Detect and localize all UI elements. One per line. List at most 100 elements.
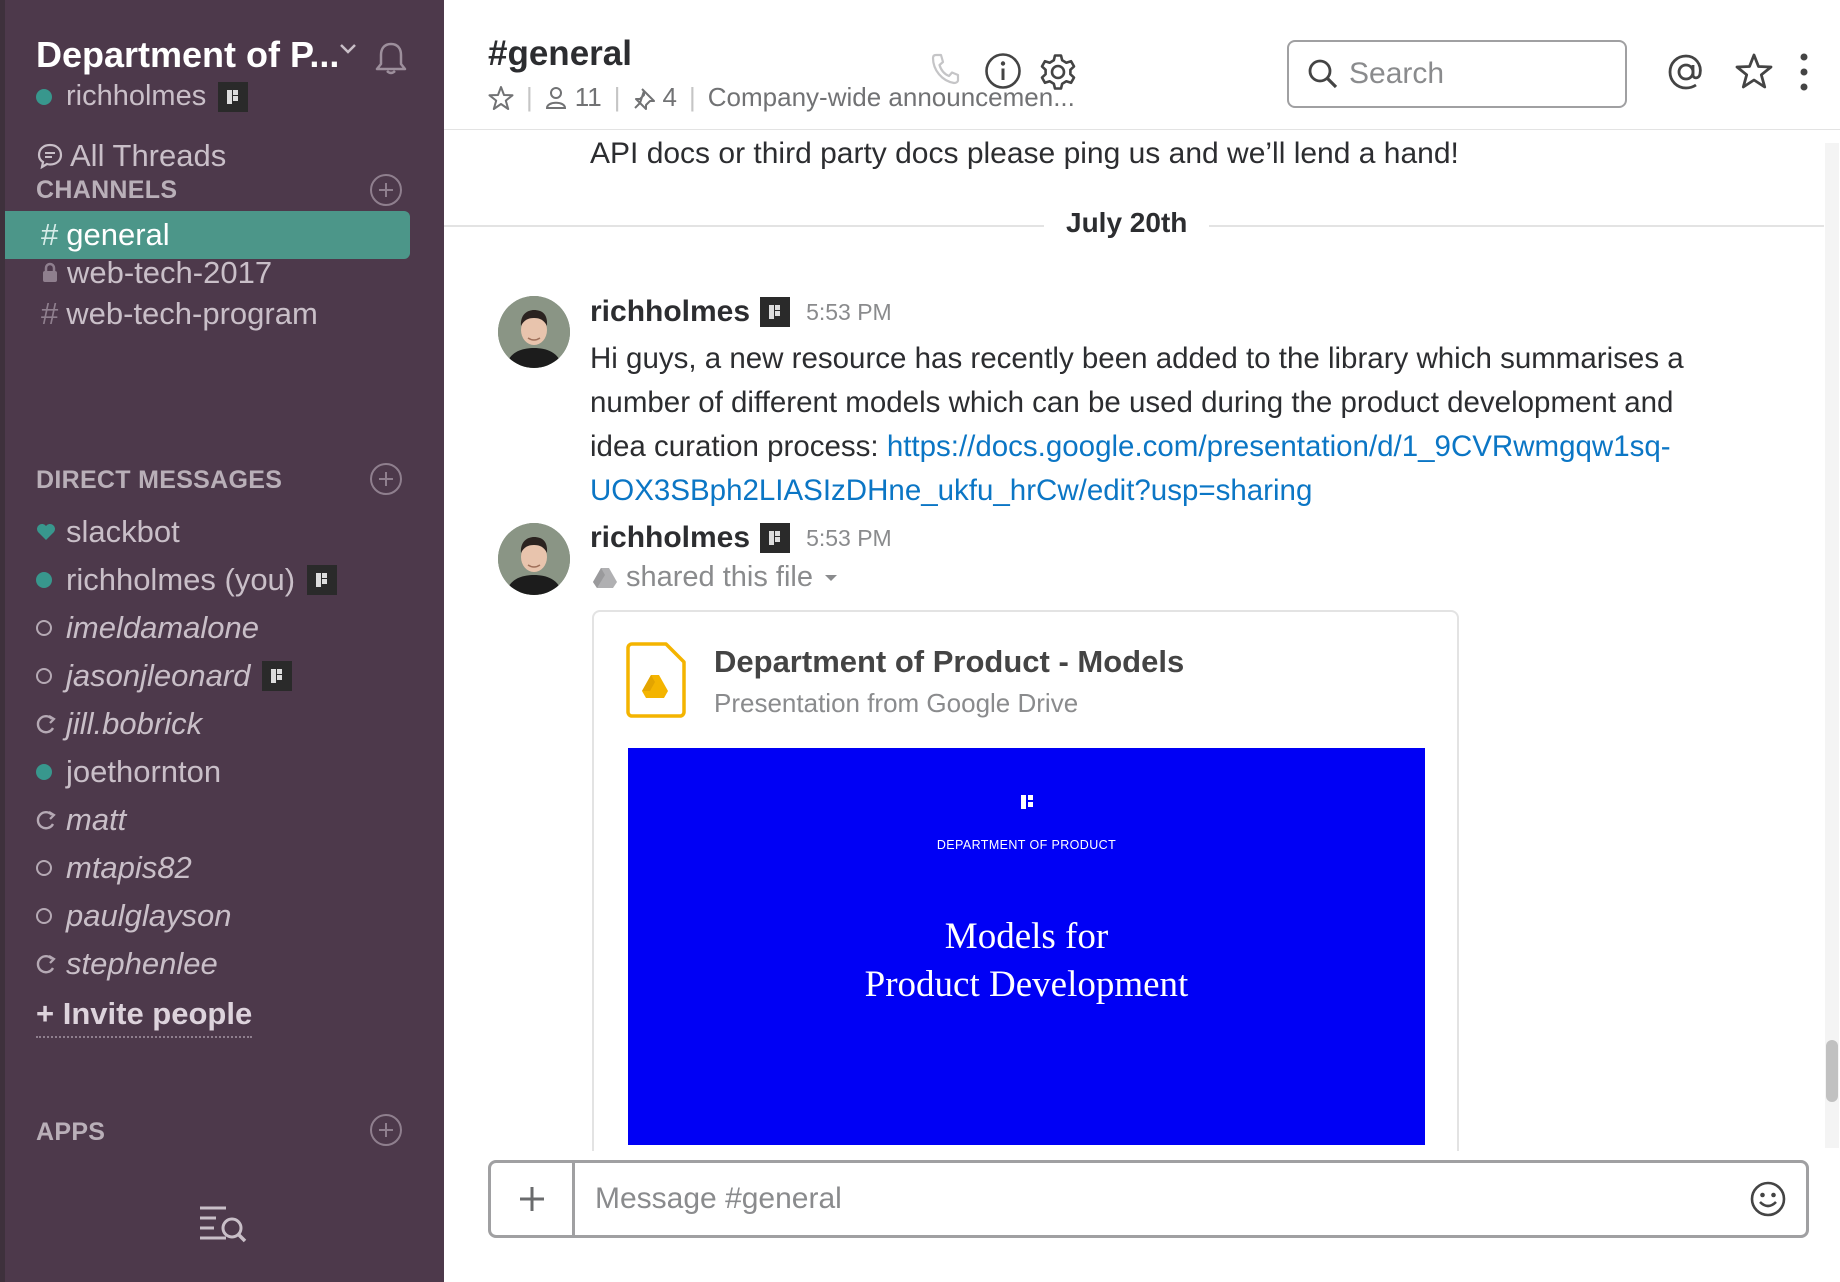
meta-separator: | <box>613 82 621 112</box>
hash-icon: # <box>41 217 59 252</box>
search-input[interactable] <box>1349 57 1599 91</box>
shared-channel-icon <box>36 715 56 734</box>
away-indicator <box>36 620 52 636</box>
channel-header: #general | 11 | 4 | Company-wide announc… <box>444 0 1840 130</box>
attach-button[interactable] <box>491 1163 575 1235</box>
channel-title[interactable]: #general <box>488 34 632 74</box>
members-count[interactable]: 11 <box>575 82 602 113</box>
main-pane: #general | 11 | 4 | Company-wide announc… <box>444 0 1840 1282</box>
dm-name: stephenlee <box>66 946 218 981</box>
dm-richholmes-you[interactable]: richholmes (you) <box>36 558 338 602</box>
add-channel-icon[interactable] <box>370 174 402 206</box>
members-icon[interactable] <box>545 86 567 110</box>
previous-message-text: API docs or third party docs please ping… <box>590 137 1459 170</box>
avatar[interactable] <box>498 296 570 368</box>
dm-jill-bobrick[interactable]: jill.bobrick <box>36 702 202 746</box>
chevron-down-icon[interactable] <box>338 42 358 56</box>
preview-title-line-1: Models for <box>944 916 1109 957</box>
sidebar-item-web-tech-program[interactable]: # web-tech-program <box>5 290 410 338</box>
search-field[interactable] <box>1287 40 1627 108</box>
hash-icon: # <box>41 296 59 331</box>
org-badge-icon <box>307 565 338 595</box>
message-author-row: richholmes 5:53 PM <box>590 521 892 555</box>
star-icon[interactable] <box>488 85 514 111</box>
plus-icon: + <box>36 996 63 1031</box>
team-name[interactable]: Department of P... <box>36 34 339 76</box>
all-threads-link[interactable]: All Threads <box>36 138 226 174</box>
add-app-icon[interactable] <box>370 1114 402 1146</box>
message-input[interactable] <box>575 1163 1730 1235</box>
dm-name: jill.bobrick <box>66 706 203 741</box>
sidebar: Department of P... richholmes All Thread… <box>0 0 444 1282</box>
channel-name: web-tech-2017 <box>67 255 273 290</box>
file-attachment-card[interactable]: Department of Product - Models Presentat… <box>592 610 1459 1151</box>
apps-heading[interactable]: APPS <box>36 1118 105 1147</box>
preview-title: Models for Product Development <box>628 913 1425 1009</box>
pin-icon[interactable] <box>633 86 657 110</box>
dm-joethornton[interactable]: joethornton <box>36 750 221 794</box>
caret-down-icon <box>825 574 837 581</box>
invite-people-link[interactable]: + Invite people <box>36 996 253 1038</box>
channel-info-icon[interactable] <box>984 52 1022 90</box>
dm-mtapis82[interactable]: mtapis82 <box>36 846 192 890</box>
more-options-icon[interactable] <box>1798 52 1810 92</box>
message-composer <box>488 1160 1809 1238</box>
dm-name: richholmes (you) <box>66 562 296 597</box>
online-indicator <box>36 88 52 105</box>
bell-icon[interactable] <box>374 40 408 76</box>
direct-messages-heading[interactable]: DIRECT MESSAGES <box>36 466 282 495</box>
channel-name: general <box>66 217 170 252</box>
current-user-name: richholmes <box>66 80 207 112</box>
away-indicator <box>36 908 52 924</box>
online-indicator <box>36 764 52 780</box>
dm-jasonjleonard[interactable]: jasonjleonard <box>36 654 293 698</box>
file-title[interactable]: Department of Product - Models <box>714 644 1184 680</box>
current-user-status[interactable]: richholmes <box>36 80 249 113</box>
dm-name: paulglayson <box>66 898 232 933</box>
channels-heading[interactable]: CHANNELS <box>36 176 177 205</box>
dm-name: imeldamalone <box>66 610 259 645</box>
message-body: Hi guys, a new resource has recently bee… <box>590 337 1700 513</box>
invite-label: Invite people <box>62 996 253 1031</box>
message-timestamp[interactable]: 5:53 PM <box>806 525 892 552</box>
meta-separator: | <box>689 82 696 112</box>
avatar[interactable] <box>498 523 570 595</box>
dm-stephenlee[interactable]: stephenlee <box>36 942 218 986</box>
lock-icon <box>43 262 57 282</box>
shared-file-label: shared this file <box>626 561 813 593</box>
dm-name: joethornton <box>66 754 222 789</box>
dm-matt[interactable]: matt <box>36 798 126 842</box>
dm-slackbot[interactable]: slackbot <box>36 510 180 554</box>
emoji-button[interactable] <box>1730 1163 1806 1235</box>
preview-org-name: DEPARTMENT OF PRODUCT <box>936 838 1117 852</box>
channel-name: web-tech-program <box>66 296 318 331</box>
shared-file-label-row[interactable]: shared this file <box>592 561 839 594</box>
google-drive-icon <box>593 567 617 588</box>
scrollbar-thumb[interactable] <box>1826 1040 1838 1102</box>
quick-switcher-search-icon[interactable] <box>198 1204 250 1244</box>
message-list[interactable]: API docs or third party docs please ping… <box>444 131 1840 1151</box>
day-divider-label: July 20th <box>1044 207 1210 239</box>
file-preview-thumbnail[interactable]: DEPARTMENT OF PRODUCT Models for Product… <box>628 748 1425 1145</box>
dm-paulglayson[interactable]: paulglayson <box>36 894 231 938</box>
message-author[interactable]: richholmes <box>590 295 750 329</box>
org-badge-icon <box>760 297 791 327</box>
preview-title-line-2: Product Development <box>864 964 1189 1005</box>
message-author[interactable]: richholmes <box>590 521 750 555</box>
online-indicator <box>36 572 52 588</box>
dm-imeldamalone[interactable]: imeldamalone <box>36 606 259 650</box>
scrollbar-track[interactable] <box>1825 143 1839 1148</box>
gear-icon[interactable] <box>1038 52 1078 92</box>
pins-count[interactable]: 4 <box>663 82 677 113</box>
all-threads-label: All Threads <box>70 138 227 173</box>
mentions-icon[interactable] <box>1666 52 1706 92</box>
add-dm-icon[interactable] <box>370 463 402 495</box>
dm-name: slackbot <box>66 514 180 549</box>
starred-items-icon[interactable] <box>1734 52 1774 92</box>
dm-name: jasonjleonard <box>66 658 251 693</box>
file-subtitle: Presentation from Google Drive <box>714 688 1079 718</box>
phone-icon[interactable] <box>930 52 960 86</box>
message-timestamp[interactable]: 5:53 PM <box>806 299 892 326</box>
user-avatar-image <box>498 523 570 595</box>
org-badge-icon <box>262 661 293 691</box>
